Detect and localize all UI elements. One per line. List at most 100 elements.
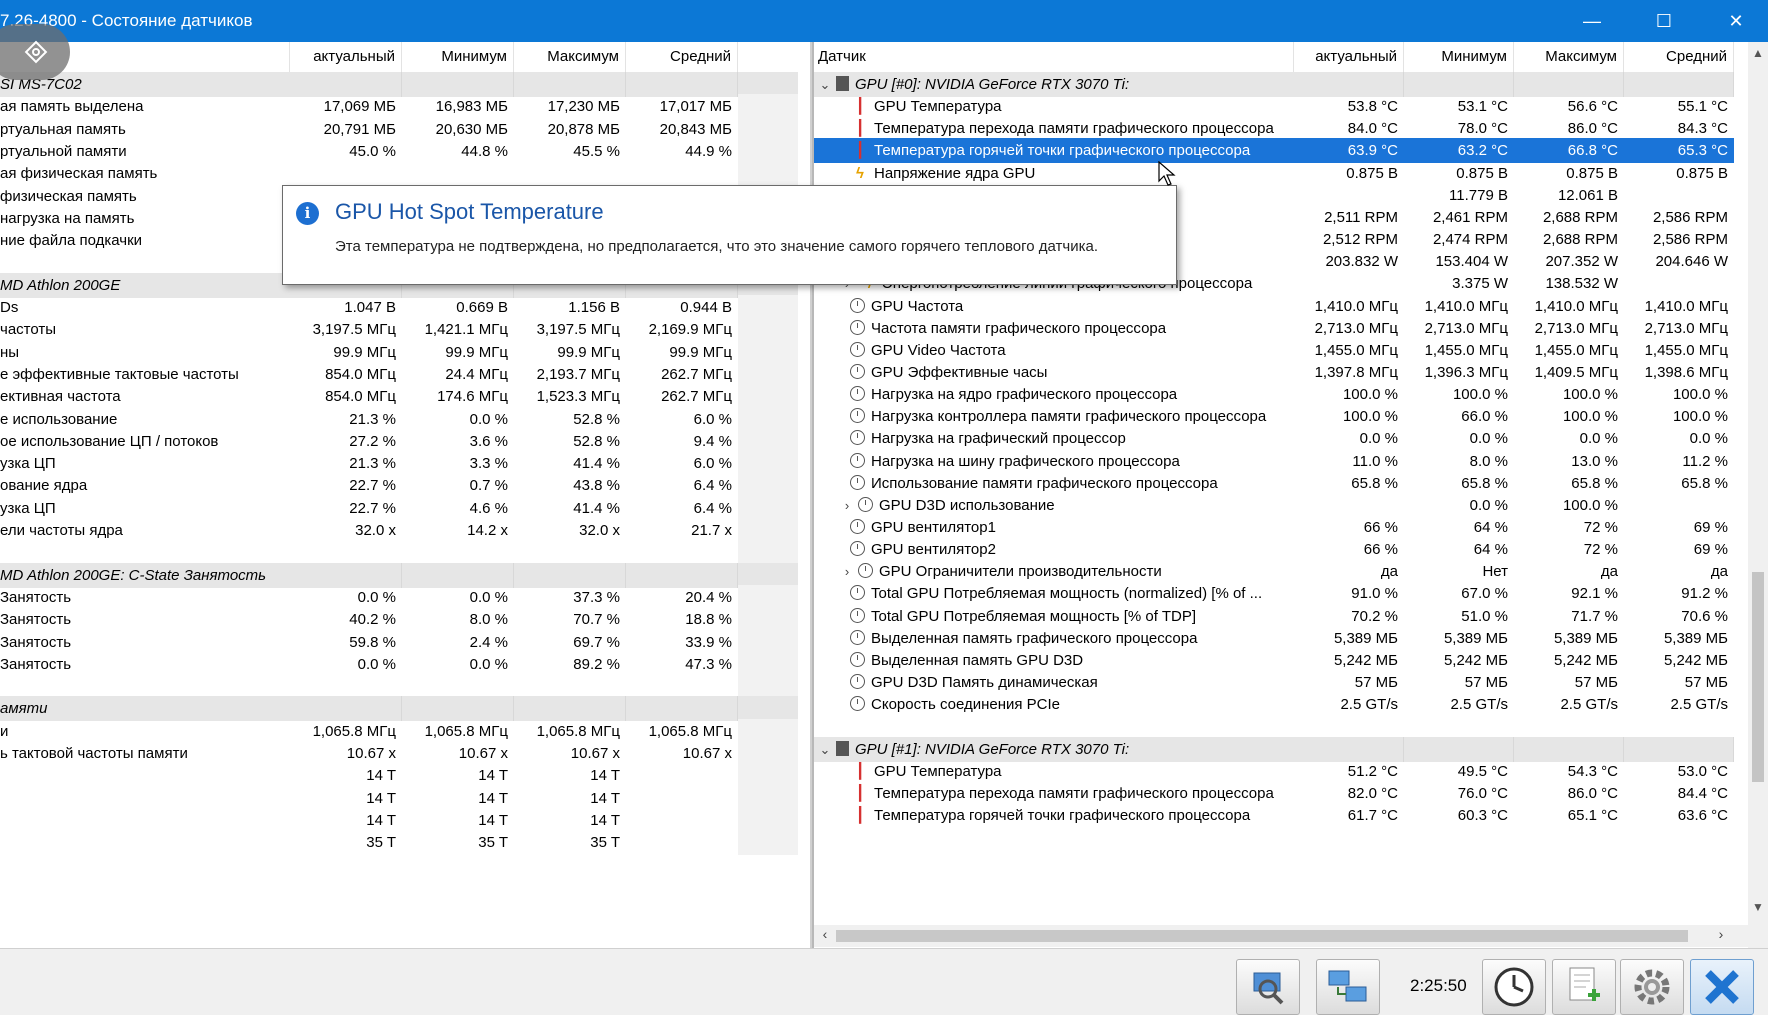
left-value-cur: 14 T xyxy=(366,811,396,829)
right-sensor-name: Выделенная память графического процессор… xyxy=(871,629,1198,647)
left-sensor-row[interactable]: 14 T 14 T 14 T xyxy=(0,763,798,789)
left-sensor-row[interactable]: е эффективные тактовые частоты 854.0 МГц 2… xyxy=(0,361,798,387)
left-sensor-row[interactable]: 14 T 14 T 14 T xyxy=(0,785,798,811)
left-group-row[interactable]: амяти xyxy=(0,696,798,722)
left-header-max[interactable]: Максимум xyxy=(514,42,626,72)
left-header-min[interactable]: Минимум xyxy=(402,42,514,72)
scroll-up-icon[interactable]: ▲ xyxy=(1748,46,1768,60)
left-sensor-row[interactable]: ективная частота 854.0 МГц 174.6 МГц 1,523.… xyxy=(0,384,798,410)
left-value-avg: 6.0 % xyxy=(693,455,732,473)
left-sensor-row[interactable]: узка ЦП 21.3 % 3.3 % 41.4 % 6.0 % xyxy=(0,451,798,477)
left-sensor-name: Занятость xyxy=(0,611,72,629)
left-sensor-row[interactable]: Ds 1.047 В 0.669 В 1.156 В 0.944 В xyxy=(0,295,798,320)
add-report-button[interactable] xyxy=(1552,959,1616,1015)
left-value-min: 8.0 % xyxy=(469,611,508,629)
left-sensor-row[interactable]: Занятость 0.0 % 0.0 % 89.2 % 47.3 % xyxy=(0,651,798,677)
left-value-min: 14.2 x xyxy=(467,522,508,539)
left-value-avg xyxy=(626,540,738,565)
scroll-down-icon[interactable]: ▼ xyxy=(1748,900,1768,914)
left-row-spacer xyxy=(738,540,798,566)
right-sensor-panel[interactable]: Датчик актуальный Минимум Максимум Средн… xyxy=(812,42,1768,948)
left-value-max: 35 T xyxy=(590,834,620,852)
left-value-avg: 47.3 % xyxy=(685,655,732,673)
left-value-max: 10.67 x xyxy=(570,745,620,762)
left-sensor-row[interactable] xyxy=(0,674,798,700)
right-sensor-name: GPU вентилятор1 xyxy=(871,519,996,536)
left-value-avg xyxy=(626,808,738,833)
left-value-min: 24.4 МГц xyxy=(445,365,508,383)
left-row-spacer xyxy=(738,428,798,454)
left-row-spacer xyxy=(738,741,798,766)
left-sensor-row[interactable]: 14 T 14 T 14 T xyxy=(0,807,798,833)
clock-icon xyxy=(850,651,865,667)
left-sensor-row[interactable] xyxy=(0,540,798,566)
left-sensor-row[interactable]: Занятость 0.0 % 0.0 % 37.3 % 20.4 % xyxy=(0,584,798,610)
clock-icon xyxy=(850,297,865,313)
left-sensor-panel[interactable]: актуальный Минимум Максимум Средний SI M… xyxy=(0,42,810,948)
left-value-cur: 10.67 x xyxy=(346,745,396,762)
left-sensor-row[interactable]: и 1,065.8 МГц 1,065.8 МГц 1,065.8 МГц 1,065.… xyxy=(0,718,798,744)
close-x-icon xyxy=(1705,970,1739,1004)
left-sensor-row[interactable]: е использование 21.3 % 0.0 % 52.8 % 6.0 % xyxy=(0,406,798,432)
left-sensor-row[interactable]: 35 T 35 T 35 T xyxy=(0,830,798,856)
left-sensor-name: Занятость xyxy=(0,633,72,651)
left-sensor-name xyxy=(0,250,290,275)
left-value-avg xyxy=(626,72,738,97)
right-header-avg[interactable]: Средний xyxy=(1624,42,1734,72)
left-sensor-row[interactable]: Занятость 59.8 % 2.4 % 69.7 % 33.9 % xyxy=(0,629,798,655)
remote-computers-button[interactable] xyxy=(1316,959,1380,1015)
close-button[interactable]: ✕ xyxy=(1704,0,1768,42)
right-header-min[interactable]: Минимум xyxy=(1404,42,1514,72)
left-value-max: 52.8 % xyxy=(573,410,620,428)
left-sensor-row[interactable]: ование ядра 22.7 % 0.7 % 43.8 % 6.4 % xyxy=(0,473,798,499)
clock-reset-button[interactable] xyxy=(1482,959,1546,1015)
horizontal-scroll-thumb[interactable] xyxy=(836,930,1688,942)
right-header-sensor[interactable]: Датчик xyxy=(814,42,1294,72)
left-value-cur: 22.7 % xyxy=(349,477,396,495)
settings-button[interactable] xyxy=(1620,959,1684,1015)
left-sensor-name: Занятость xyxy=(0,655,72,673)
horizontal-scrollbar[interactable]: ‹ › xyxy=(814,925,1750,947)
left-sensor-row[interactable]: ое использование ЦП / потоков 27.2 % 3.6 %… xyxy=(0,428,798,454)
left-sensor-row[interactable]: ели частоты ядра 32.0 x 14.2 x 32.0 x 21.7 x xyxy=(0,518,798,543)
vertical-scrollbar[interactable]: ▲ ▼ xyxy=(1748,42,1768,948)
left-value-min: 1,065.8 МГц xyxy=(424,722,508,740)
left-value-max: 99.9 МГц xyxy=(557,343,620,361)
left-sensor-name: и xyxy=(0,722,9,740)
left-sensor-row[interactable]: узка ЦП 22.7 % 4.6 % 41.4 % 6.4 % xyxy=(0,495,798,521)
right-header-current[interactable]: актуальный xyxy=(1294,42,1404,72)
left-sensor-row[interactable]: ртуальной памяти 45.0 % 44.8 % 45.5 % 44.9 % xyxy=(0,138,798,164)
left-header-avg[interactable]: Средний xyxy=(626,42,738,72)
left-sensor-row[interactable]: ая физическая память xyxy=(0,161,798,187)
left-header-current[interactable]: актуальный xyxy=(290,42,402,72)
left-sensor-row[interactable]: Занятость 40.2 % 8.0 % 70.7 % 18.8 % xyxy=(0,607,798,633)
add-report-icon xyxy=(1569,967,1600,1001)
left-value-cur: 22.7 % xyxy=(349,499,396,517)
info-icon: i xyxy=(296,202,319,225)
maximize-button[interactable]: ☐ xyxy=(1632,0,1696,42)
left-sensor-row[interactable]: частоты 3,197.5 МГц 1,421.1 МГц 3,197.5 МГц… xyxy=(0,317,798,343)
left-header: актуальный Минимум Максимум Средний xyxy=(0,42,810,72)
left-group-row[interactable]: MD Athlon 200GE: C-State Занятость xyxy=(0,562,798,588)
left-sensor-row[interactable]: ны 99.9 МГц 99.9 МГц 99.9 МГц 99.9 МГц xyxy=(0,339,798,365)
left-sensor-row[interactable]: ь тактовой частоты памяти 10.67 x 10.67 x 1… xyxy=(0,741,798,766)
right-sensor-row[interactable]: ┃ Температура горячей точки графического … xyxy=(814,803,1734,828)
network-monitor-button[interactable] xyxy=(1236,959,1300,1015)
right-header-max[interactable]: Максимум xyxy=(1514,42,1624,72)
minimize-button[interactable]: — xyxy=(1560,0,1624,42)
left-group-row[interactable]: SI MS-7C02 xyxy=(0,72,798,97)
left-value-min: 0.7 % xyxy=(469,477,508,495)
left-row-spacer xyxy=(738,473,798,499)
scroll-right-icon[interactable]: › xyxy=(1710,926,1732,942)
left-row-spacer xyxy=(738,339,798,365)
left-sensor-row[interactable]: ая память выделена 17,069 МБ 16,983 МБ 17,2… xyxy=(0,94,798,120)
left-value-min: 14 T xyxy=(478,789,508,807)
exit-button[interactable] xyxy=(1690,959,1754,1015)
scroll-left-icon[interactable]: ‹ xyxy=(814,926,836,942)
vertical-scroll-thumb[interactable] xyxy=(1752,572,1764,782)
left-row-spacer xyxy=(738,94,798,120)
overlay-app-badge[interactable] xyxy=(0,24,70,80)
left-sensor-row[interactable]: ртуальная память 20,791 МБ 20,630 МБ 20,878… xyxy=(0,116,798,142)
left-value-cur xyxy=(290,674,402,699)
right-sensor-name: Температура перехода памяти графического… xyxy=(874,120,1274,138)
